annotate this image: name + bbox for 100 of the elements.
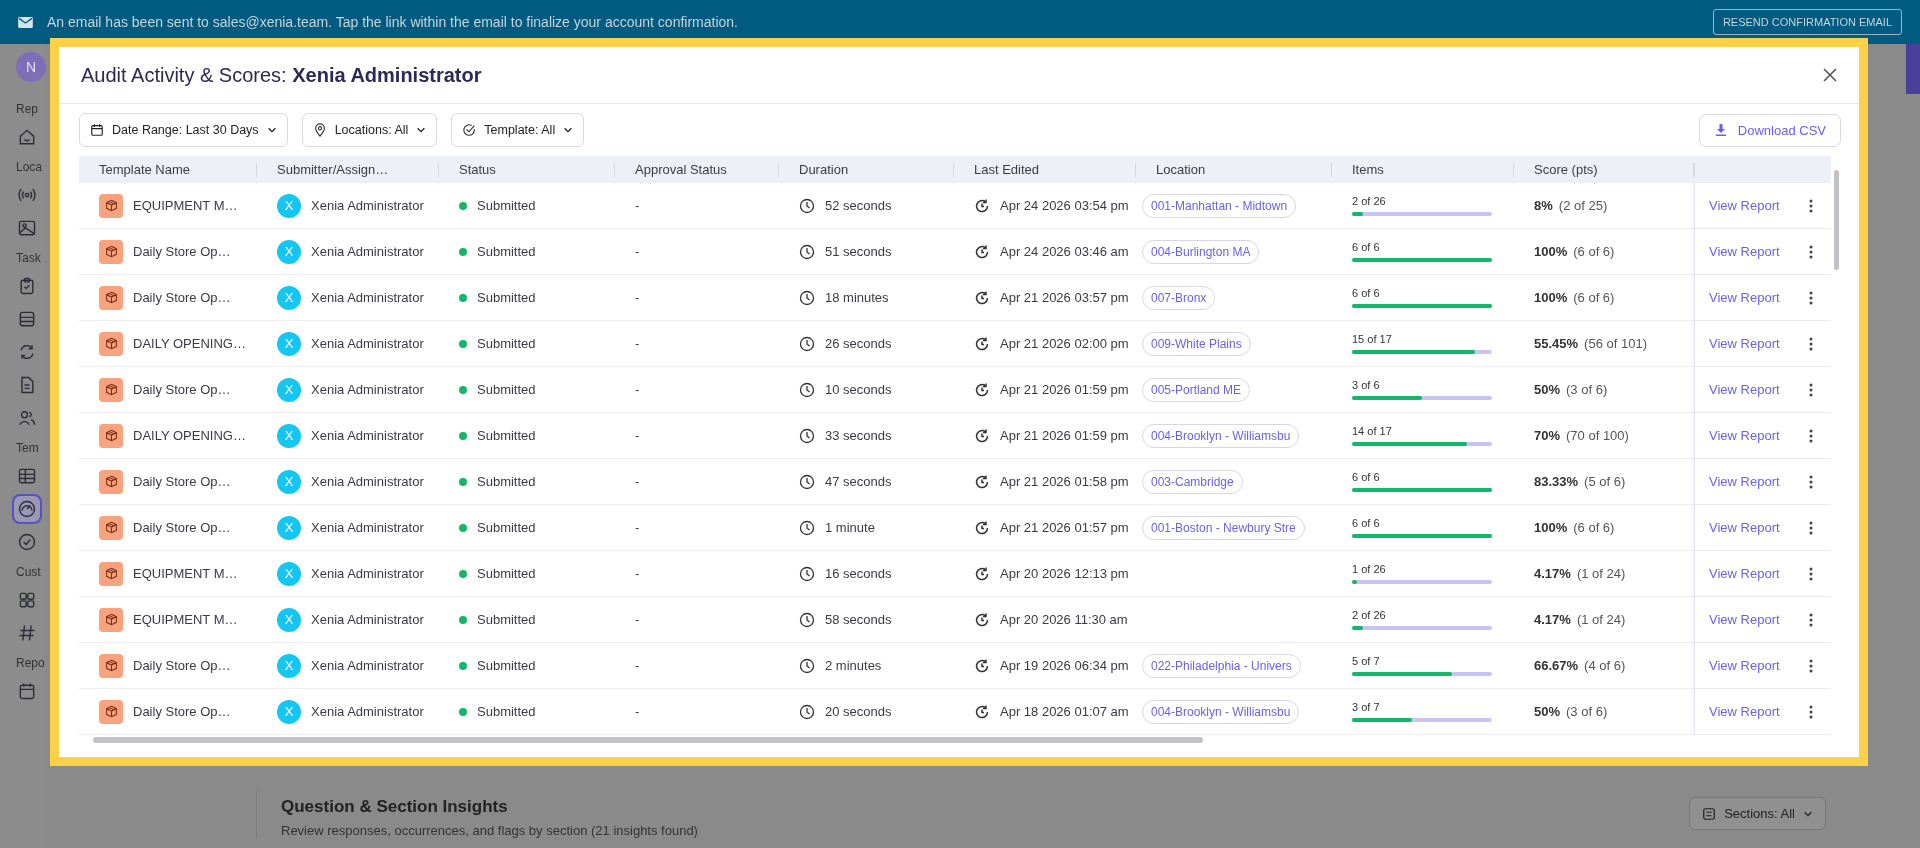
clock-icon [799, 427, 815, 444]
column-header: Status [439, 162, 615, 177]
approval-status: - [635, 290, 640, 305]
score-detail: (1 of 24) [1576, 612, 1626, 627]
status-dot-icon [459, 523, 467, 532]
clock-icon [799, 289, 815, 306]
column-header: Last Edited [954, 162, 1136, 177]
view-report-link[interactable]: View Report [1709, 198, 1780, 213]
approval-status: - [635, 520, 640, 535]
more-icon [1809, 428, 1813, 443]
status-text: Submitted [477, 198, 536, 213]
status-text: Submitted [477, 290, 536, 305]
items-count: 2 of 26 [1352, 609, 1386, 621]
section-title: Question & Section Insights [281, 797, 509, 817]
more-icon [1809, 244, 1813, 259]
submitter-name: Xenia Administrator [311, 520, 424, 535]
sidebar-section-label: Tem [16, 441, 39, 455]
score-detail: (3 of 6) [1566, 382, 1608, 397]
view-report-link[interactable]: View Report [1709, 658, 1780, 673]
view-report-link[interactable]: View Report [1709, 612, 1780, 627]
filter-dropdown[interactable]: Locations: All [301, 113, 438, 147]
approval-status: - [635, 382, 640, 397]
score-percent: 70% [1534, 428, 1561, 443]
status-dot-icon [459, 339, 467, 348]
view-report-link[interactable]: View Report [1709, 428, 1780, 443]
history-icon [974, 335, 990, 352]
items-count: 6 of 6 [1352, 517, 1380, 529]
view-report-link[interactable]: View Report [1709, 474, 1780, 489]
score-percent: 8% [1534, 198, 1553, 213]
chevron-down-icon [563, 125, 574, 135]
items-count: 5 of 7 [1352, 655, 1380, 667]
template-name: EQUIPMENT M… [133, 566, 238, 581]
items-count: 2 of 26 [1352, 195, 1386, 207]
score-detail: (56 of 101) [1584, 336, 1647, 351]
clock-icon [799, 611, 815, 628]
sidebar-section-label: Loca [16, 160, 43, 174]
duration: 1 minute [825, 520, 875, 535]
view-report-link[interactable]: View Report [1709, 566, 1780, 581]
view-report-link[interactable]: View Report [1709, 704, 1780, 719]
score-detail: (4 of 6) [1584, 658, 1626, 673]
view-report-link[interactable]: View Report [1709, 336, 1780, 351]
users-icon [17, 408, 37, 428]
status-text: Submitted [477, 382, 536, 397]
view-report-link[interactable]: View Report [1709, 244, 1780, 259]
dialog-title: Audit Activity & Scores: Xenia Administrator [81, 63, 482, 87]
status-dot-icon [459, 293, 467, 302]
template-icon [99, 331, 123, 356]
submitter-name: Xenia Administrator [311, 428, 424, 443]
history-icon [974, 611, 990, 628]
status-dot-icon [459, 201, 467, 210]
template-icon [99, 285, 123, 310]
sidebar-item[interactable] [14, 496, 40, 522]
history-icon [974, 381, 990, 398]
status-dot-icon [459, 431, 467, 440]
history-icon [974, 703, 990, 720]
check-circle-icon [462, 123, 477, 137]
status-text: Submitted [477, 336, 536, 351]
filter-dropdown[interactable]: Date Range: Last 30 Days [79, 113, 288, 147]
template-icon [99, 469, 123, 494]
view-report-link[interactable]: View Report [1709, 520, 1780, 535]
score-detail: (6 of 6) [1573, 290, 1615, 305]
user-avatar: X [277, 239, 301, 264]
view-report-link[interactable]: View Report [1709, 290, 1780, 305]
download-csv-button[interactable]: Download CSV [1698, 113, 1841, 147]
history-icon [974, 473, 990, 490]
duration: 47 seconds [825, 474, 892, 489]
submitter-name: Xenia Administrator [311, 612, 424, 627]
submitter-name: Xenia Administrator [311, 566, 424, 581]
user-avatar: X [277, 699, 301, 724]
template-icon [99, 607, 123, 632]
filter-dropdown[interactable]: Template: All [451, 113, 585, 147]
resend-email-button[interactable]: RESEND CONFIRMATION EMAIL [1712, 9, 1902, 35]
view-report-link[interactable]: View Report [1709, 382, 1780, 397]
score-percent: 4.17% [1534, 566, 1571, 581]
items-count: 6 of 6 [1352, 241, 1380, 253]
template-icon [99, 239, 123, 264]
user-avatar: X [277, 285, 301, 310]
clock-icon [799, 565, 815, 582]
score-detail: (70 of 100) [1566, 428, 1629, 443]
status-dot-icon [459, 661, 467, 670]
clipboard-icon [17, 276, 37, 296]
approval-status: - [635, 658, 640, 673]
banner-message: An email has been sent to sales@xenia.team. Tap the link within the email to finalize your account confirmation. [47, 14, 739, 30]
stack-icon [17, 309, 37, 329]
status-text: Submitted [477, 612, 536, 627]
template-name: Daily Store Op… [133, 290, 231, 305]
history-icon [974, 197, 990, 214]
more-icon [1809, 198, 1813, 213]
submitter-name: Xenia Administrator [311, 290, 424, 305]
duration: 18 minutes [825, 290, 889, 305]
user-avatar[interactable]: N [16, 52, 46, 82]
clock-icon [799, 519, 815, 536]
hash-icon [17, 623, 37, 643]
approval-status: - [635, 704, 640, 719]
score-percent: 100% [1534, 520, 1568, 535]
sections-filter[interactable]: Sections: All [1689, 797, 1826, 830]
close-icon [1823, 68, 1837, 82]
items-count: 3 of 6 [1352, 379, 1380, 391]
list-icon [1702, 806, 1717, 821]
duration: 33 seconds [825, 428, 892, 443]
